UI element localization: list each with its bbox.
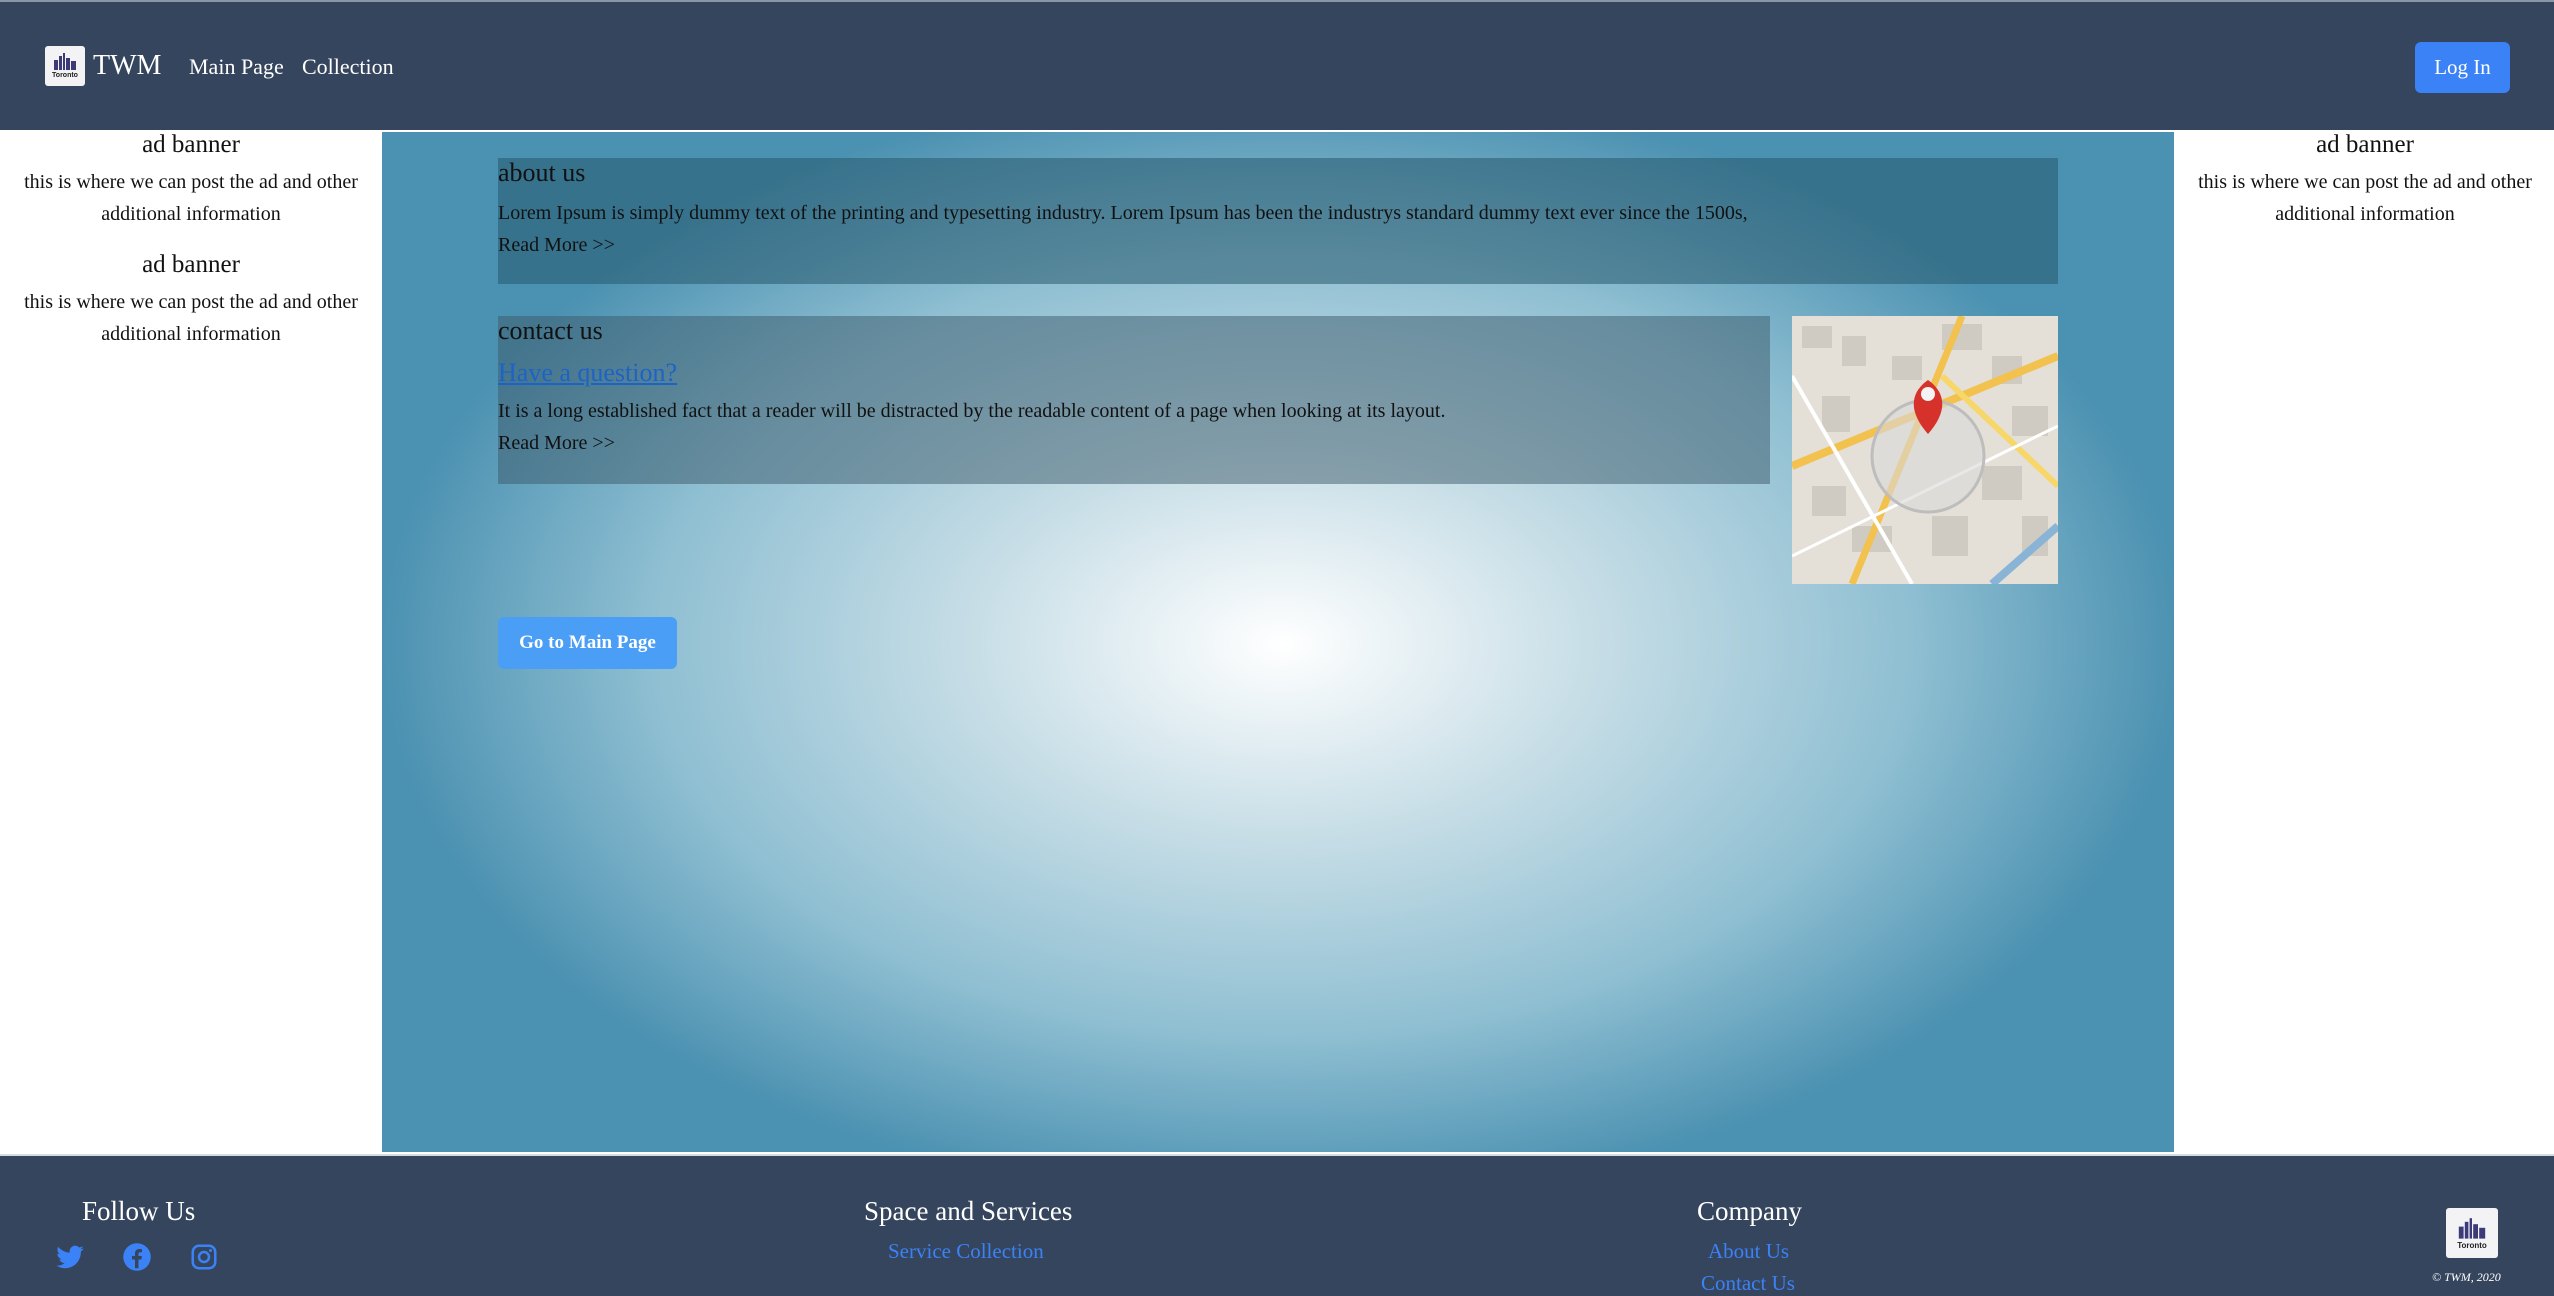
contact-us-link[interactable]: Contact Us <box>1701 1271 1795 1296</box>
about-read-more-link[interactable]: Read More >> <box>498 234 615 257</box>
ad-banner-text: this is where we can post the ad and oth… <box>24 171 358 225</box>
ad-banner-title: ad banner <box>142 131 240 158</box>
copyright-text: © TWM, 2020 <box>2432 1270 2501 1284</box>
service-collection-link[interactable]: Service Collection <box>888 1239 1044 1264</box>
top-navbar: Toronto TWM Main Page Collection Log In <box>0 0 2554 130</box>
ad-banner-text: this is where we can post the ad and oth… <box>2198 171 2532 225</box>
city-skyline-icon <box>2458 1217 2486 1239</box>
ad-banner: ad banner this is where we can post the … <box>0 250 382 350</box>
brand-logo[interactable]: Toronto <box>45 46 85 86</box>
map-image[interactable] <box>1792 316 2058 584</box>
main-content: about us Lorem Ipsum is simply dummy tex… <box>382 132 2174 1152</box>
have-a-question-link[interactable]: Have a question? <box>498 358 677 388</box>
nav-link-main-page[interactable]: Main Page <box>189 54 284 80</box>
follow-us-title: Follow Us <box>82 1196 196 1226</box>
twitter-icon[interactable] <box>55 1242 85 1272</box>
logo-label: Toronto <box>52 72 78 79</box>
map-pin-icon <box>1792 316 2058 584</box>
instagram-icon[interactable] <box>189 1242 219 1272</box>
go-to-main-page-button[interactable]: Go to Main Page <box>498 617 677 669</box>
ad-banner: ad banner this is where we can post the … <box>2174 130 2554 230</box>
brand-name[interactable]: TWM <box>93 50 161 82</box>
about-us-link[interactable]: About Us <box>1708 1239 1789 1264</box>
ad-banner-title: ad banner <box>142 251 240 278</box>
nav-link-collection[interactable]: Collection <box>302 54 394 80</box>
left-ad-sidebar: ad banner this is where we can post the … <box>0 130 382 350</box>
contact-read-more-link[interactable]: Read More >> <box>498 432 615 455</box>
footer-logo: Toronto <box>2446 1208 2498 1258</box>
site-footer: Follow Us Space and Services Service Col… <box>0 1154 2554 1296</box>
login-button[interactable]: Log In <box>2415 42 2510 93</box>
space-and-services-title: Space and Services <box>864 1196 1073 1226</box>
facebook-icon[interactable] <box>122 1242 152 1272</box>
about-us-section: about us Lorem Ipsum is simply dummy tex… <box>498 158 2058 284</box>
ad-banner: ad banner this is where we can post the … <box>0 130 382 230</box>
ad-banner-text: this is where we can post the ad and oth… <box>24 291 358 345</box>
contact-us-text: It is a long established fact that a rea… <box>498 400 1446 422</box>
contact-us-section: contact us Have a question? It is a long… <box>498 316 1770 484</box>
about-us-text: Lorem Ipsum is simply dummy text of the … <box>498 202 1748 224</box>
company-title: Company <box>1697 1196 1802 1226</box>
right-ad-sidebar: ad banner this is where we can post the … <box>2174 130 2554 230</box>
footer-logo-label: Toronto <box>2457 1240 2487 1250</box>
about-us-title: about us <box>498 158 586 187</box>
ad-banner-title: ad banner <box>2316 131 2414 158</box>
contact-us-title: contact us <box>498 316 603 345</box>
city-skyline-icon <box>54 53 76 70</box>
